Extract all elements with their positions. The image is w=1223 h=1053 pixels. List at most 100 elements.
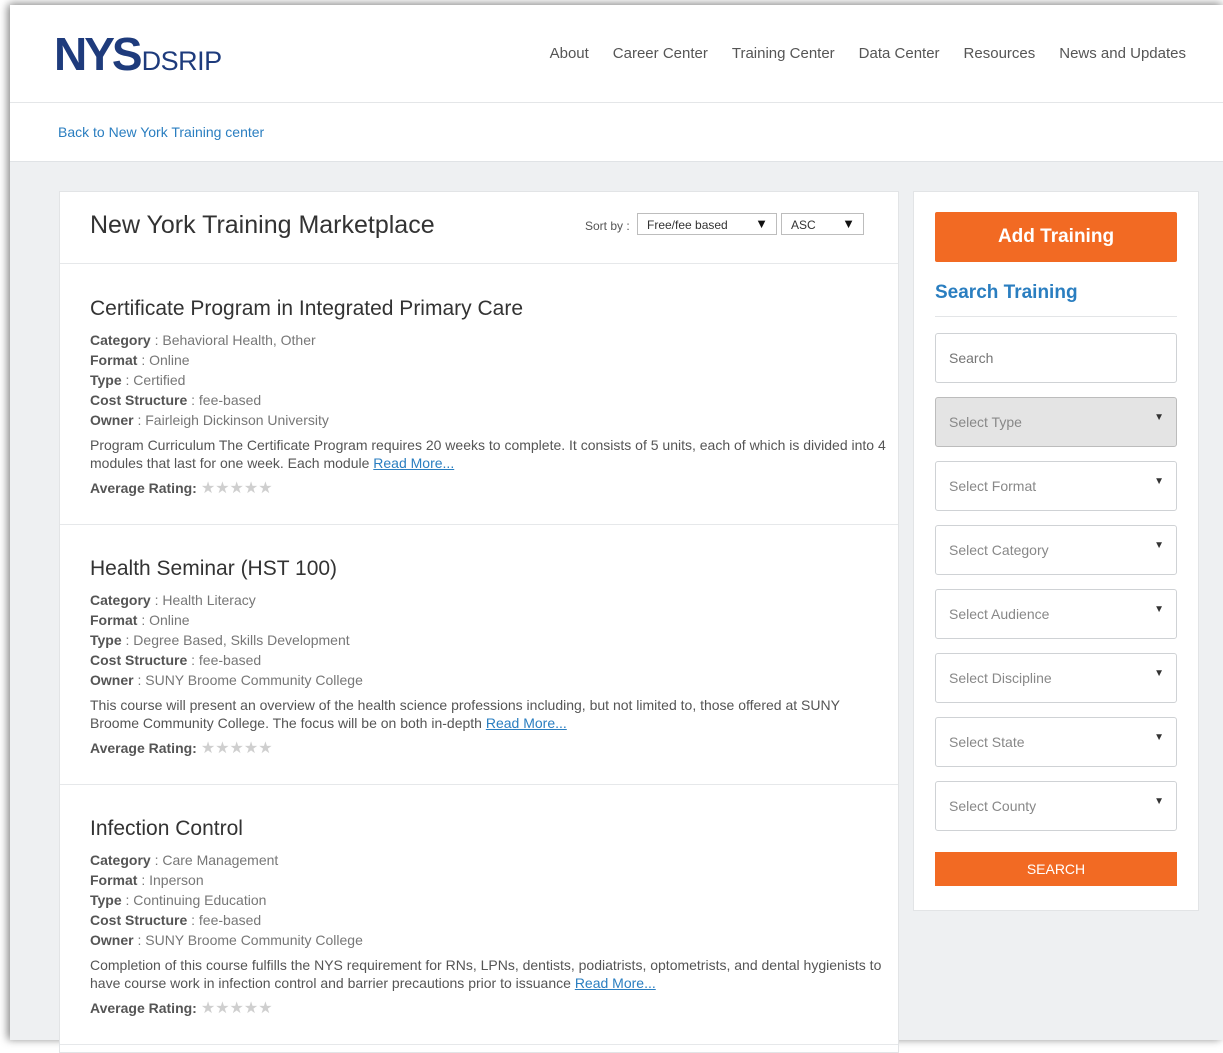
select-county-dropdown[interactable]: Select County ▼ xyxy=(935,781,1177,831)
type-value: : Degree Based, Skills Development xyxy=(121,632,350,648)
owner-value: : Fairleigh Dickinson University xyxy=(133,412,329,428)
type-value: : Continuing Education xyxy=(121,892,267,908)
nav-about[interactable]: About xyxy=(550,45,589,62)
select-category-dropdown[interactable]: Select Category ▼ xyxy=(935,525,1177,575)
marketplace-header: New York Training Marketplace Sort by : … xyxy=(60,192,898,264)
read-more-link[interactable]: Read More... xyxy=(575,975,656,991)
nav-resources[interactable]: Resources xyxy=(964,45,1036,62)
course-title[interactable]: Infection Control xyxy=(90,817,243,841)
nav-data-center[interactable]: Data Center xyxy=(859,45,940,62)
sort-field-select[interactable]: Free/fee based ▼ xyxy=(637,213,777,235)
select-discipline-dropdown[interactable]: Select Discipline ▼ xyxy=(935,653,1177,703)
category-label: Category xyxy=(90,592,151,608)
course-title[interactable]: Health Seminar (HST 100) xyxy=(90,557,337,581)
main-nav: About Career Center Training Center Data… xyxy=(550,45,1186,62)
description-text: Completion of this course fulfills the N… xyxy=(90,957,882,991)
select-audience-dropdown[interactable]: Select Audience ▼ xyxy=(935,589,1177,639)
course-description: This course will present an overview of … xyxy=(90,696,890,732)
format-value: : Online xyxy=(137,612,190,628)
select-format-dropdown[interactable]: Select Format ▼ xyxy=(935,461,1177,511)
course-details: Category : Behavioral Health, Other Form… xyxy=(90,330,329,430)
format-value: : Inperson xyxy=(137,872,204,888)
type-label: Type xyxy=(90,372,122,388)
site-header: NYSDSRIP About Career Center Training Ce… xyxy=(10,5,1223,103)
page-frame: NYSDSRIP About Career Center Training Ce… xyxy=(10,5,1223,1053)
logo-primary: NYS xyxy=(54,28,143,80)
breadcrumb-bar: Back to New York Training center xyxy=(10,103,1223,162)
select-category-value: Select Category xyxy=(949,542,1049,558)
read-more-link[interactable]: Read More... xyxy=(373,455,454,471)
cost-value: : fee-based xyxy=(187,912,262,928)
format-row: Format : Online xyxy=(90,610,363,630)
type-row: Type : Degree Based, Skills Development xyxy=(90,630,363,650)
read-more-link[interactable]: Read More... xyxy=(486,715,567,731)
triangle-down-icon: ▼ xyxy=(842,216,855,231)
cost-row: Cost Structure : fee-based xyxy=(90,390,329,410)
select-type-dropdown[interactable]: Select Type ▼ xyxy=(935,397,1177,447)
select-type-value: Select Type xyxy=(949,414,1022,430)
average-rating: Average Rating: ★★★★★ xyxy=(90,738,273,758)
select-county-value: Select County xyxy=(949,798,1037,814)
sort-order-value: ASC xyxy=(791,218,816,232)
category-value: : Behavioral Health, Other xyxy=(150,332,316,348)
nav-news-and-updates[interactable]: News and Updates xyxy=(1059,45,1186,62)
owner-row: Owner : SUNY Broome Community College xyxy=(90,670,363,690)
triangle-down-icon: ▼ xyxy=(755,216,768,231)
divider xyxy=(935,316,1177,317)
add-training-button[interactable]: Add Training xyxy=(935,212,1177,262)
owner-label: Owner xyxy=(90,412,134,428)
star-rating-icon: ★★★★★ xyxy=(200,740,273,757)
format-label: Format xyxy=(90,352,138,368)
type-label: Type xyxy=(90,632,122,648)
average-rating: Average Rating: ★★★★★ xyxy=(90,478,273,498)
caret-down-icon: ▼ xyxy=(1154,412,1164,423)
description-text: This course will present an overview of … xyxy=(90,697,840,731)
type-label: Type xyxy=(90,892,122,908)
nys-dsrip-logo[interactable]: NYSDSRIP xyxy=(54,27,222,81)
course-details: Category : Health Literacy Format : Onli… xyxy=(90,590,363,690)
format-value: : Online xyxy=(137,352,190,368)
course-description: Program Curriculum The Certificate Progr… xyxy=(90,436,890,472)
owner-row: Owner : Fairleigh Dickinson University xyxy=(90,410,329,430)
list-item: Health Seminar (HST 100) Category : Heal… xyxy=(60,524,898,785)
rating-label: Average Rating: xyxy=(90,1000,197,1016)
course-title[interactable]: Certificate Program in Integrated Primar… xyxy=(90,297,523,321)
rating-label: Average Rating: xyxy=(90,480,197,496)
owner-row: Owner : SUNY Broome Community College xyxy=(90,930,363,950)
type-value: : Certified xyxy=(121,372,186,388)
cost-row: Cost Structure : fee-based xyxy=(90,910,363,930)
sort-order-select[interactable]: ASC ▼ xyxy=(781,213,864,235)
caret-down-icon: ▼ xyxy=(1154,796,1164,807)
caret-down-icon: ▼ xyxy=(1154,668,1164,679)
back-link[interactable]: Back to New York Training center xyxy=(58,124,264,140)
cost-label: Cost Structure xyxy=(90,392,188,408)
sort-field-value: Free/fee based xyxy=(647,218,728,232)
course-description: Completion of this course fulfills the N… xyxy=(90,956,890,992)
search-button[interactable]: SEARCH xyxy=(935,852,1177,886)
type-row: Type : Certified xyxy=(90,370,329,390)
search-field[interactable] xyxy=(935,333,1177,383)
average-rating: Average Rating: ★★★★★ xyxy=(90,998,273,1018)
select-audience-value: Select Audience xyxy=(949,606,1050,622)
category-row: Category : Behavioral Health, Other xyxy=(90,330,329,350)
course-details: Category : Care Management Format : Inpe… xyxy=(90,850,363,950)
nav-career-center[interactable]: Career Center xyxy=(613,45,708,62)
category-value: : Care Management xyxy=(150,852,279,868)
star-rating-icon: ★★★★★ xyxy=(200,480,273,497)
search-input[interactable] xyxy=(936,334,1176,382)
cost-label: Cost Structure xyxy=(90,912,188,928)
type-row: Type : Continuing Education xyxy=(90,890,363,910)
select-state-dropdown[interactable]: Select State ▼ xyxy=(935,717,1177,767)
caret-down-icon: ▼ xyxy=(1154,476,1164,487)
format-label: Format xyxy=(90,872,138,888)
search-training-heading: Search Training xyxy=(935,282,1078,303)
owner-value: : SUNY Broome Community College xyxy=(133,932,363,948)
caret-down-icon: ▼ xyxy=(1154,604,1164,615)
caret-down-icon: ▼ xyxy=(1154,732,1164,743)
nav-training-center[interactable]: Training Center xyxy=(732,45,835,62)
category-value: : Health Literacy xyxy=(150,592,256,608)
owner-label: Owner xyxy=(90,932,134,948)
rating-label: Average Rating: xyxy=(90,740,197,756)
format-row: Format : Inperson xyxy=(90,870,363,890)
description-text: Program Curriculum The Certificate Progr… xyxy=(90,437,886,471)
